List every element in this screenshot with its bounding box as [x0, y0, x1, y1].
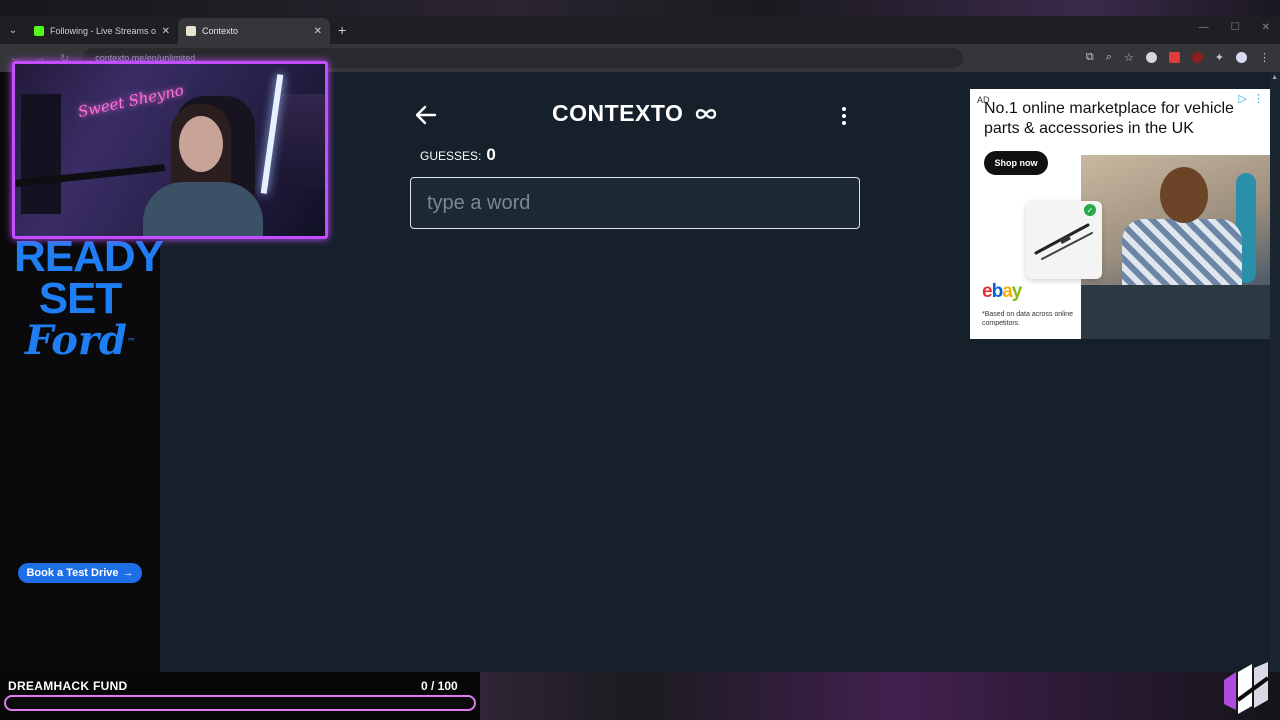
close-window-icon[interactable]: ✕ — [1262, 22, 1270, 33]
book-test-drive-button[interactable]: Book a Test Drive → — [18, 563, 142, 583]
cam-shelf — [279, 94, 325, 190]
extension-circle-icon[interactable] — [1145, 52, 1157, 63]
fund-count: 0 / 100 — [421, 679, 458, 693]
logo-text: CONTEXTO — [552, 100, 684, 126]
window-controls: — ☐ ✕ — [1199, 22, 1270, 33]
ford-ad-line1: READY — [14, 232, 164, 281]
contexto-logo: CONTEXTO — [552, 100, 719, 127]
ad-photo-person — [1122, 219, 1242, 287]
browser-tabbar: ⌄ Following - Live Streams on Kick ✕ Con… — [0, 16, 1280, 44]
minimize-icon[interactable]: — — [1199, 22, 1209, 33]
ebay-ad[interactable]: AD ▷ ⋮ No.1 online marketplace for vehic… — [970, 89, 1270, 339]
back-arrow-icon[interactable] — [414, 104, 438, 126]
test-drive-label: Book a Test Drive — [26, 567, 119, 579]
install-app-icon[interactable]: ⧉ — [1086, 51, 1094, 64]
fund-progress-bar — [4, 695, 476, 711]
extensions-puzzle-icon[interactable]: ✦ — [1215, 51, 1224, 64]
zoom-icon[interactable]: ⌕ — [1106, 51, 1112, 64]
stream-backdrop-top — [0, 0, 1280, 16]
more-options-icon[interactable] — [838, 105, 850, 127]
contexto-favicon-icon — [186, 26, 196, 36]
streamer-body — [143, 182, 263, 236]
checkmark-icon: ✓ — [1084, 204, 1096, 216]
scroll-up-icon[interactable]: ▲ — [1271, 74, 1278, 81]
guesses-label: GUESSES: — [420, 149, 482, 163]
streamer-webcam: Sweet Sheyno — [12, 61, 328, 239]
ebay-logo: ebay — [982, 281, 1022, 302]
tab-search-chevron-icon[interactable]: ⌄ — [0, 16, 26, 44]
tab-kick-following[interactable]: Following - Live Streams on Kick ✕ — [26, 18, 178, 44]
tab-contexto[interactable]: Contexto ✕ — [178, 18, 330, 44]
ford-ad-headline: READY SET Ford™ — [14, 232, 164, 364]
screen: ⌄ Following - Live Streams on Kick ✕ Con… — [0, 0, 1280, 720]
ad-headline: No.1 online marketplace for vehicle part… — [984, 100, 1234, 137]
streamer-face — [179, 116, 223, 172]
tab-title: Following - Live Streams on Kick — [50, 26, 156, 36]
guesses-value: 0 — [486, 145, 496, 164]
ford-ad-line2: SET — [38, 274, 123, 323]
new-tab-plus-icon[interactable]: + — [338, 22, 346, 38]
ad-photo-car — [1081, 285, 1270, 339]
arrow-right-icon: → — [122, 567, 134, 579]
ad-disclaimer: *Based on data across online competitors… — [982, 311, 1074, 327]
maximize-icon[interactable]: ☐ — [1231, 22, 1240, 33]
browser-menu-icon[interactable]: ⋮ — [1259, 51, 1270, 64]
extension-icons: ⧉ ⌕ ☆ ✦ ⋮ — [1086, 51, 1270, 64]
close-tab-icon[interactable]: ✕ — [314, 26, 322, 37]
extension-heart-icon[interactable] — [1191, 52, 1203, 63]
profile-avatar-icon[interactable] — [1236, 52, 1247, 63]
kick-favicon-icon — [34, 26, 44, 36]
infinity-icon — [696, 108, 717, 119]
team-logo-icon — [1224, 662, 1270, 714]
ad-photo-person-head — [1160, 167, 1208, 223]
extension-red-icon[interactable] — [1168, 52, 1180, 63]
scrollbar[interactable] — [1270, 72, 1280, 672]
tab-title: Contexto — [202, 26, 239, 36]
acoustic-panel — [21, 94, 61, 214]
word-guess-input[interactable] — [410, 177, 860, 229]
shop-now-button[interactable]: Shop now — [984, 151, 1048, 175]
ford-logo: Ford™ — [25, 317, 135, 364]
guess-counter: GUESSES: 0 — [420, 145, 496, 165]
close-tab-icon[interactable]: ✕ — [162, 26, 170, 37]
bookmark-star-icon[interactable]: ☆ — [1124, 51, 1134, 64]
fund-label: DREAMHACK FUND — [8, 679, 128, 693]
neon-sign: Sweet Sheyno — [76, 81, 186, 121]
